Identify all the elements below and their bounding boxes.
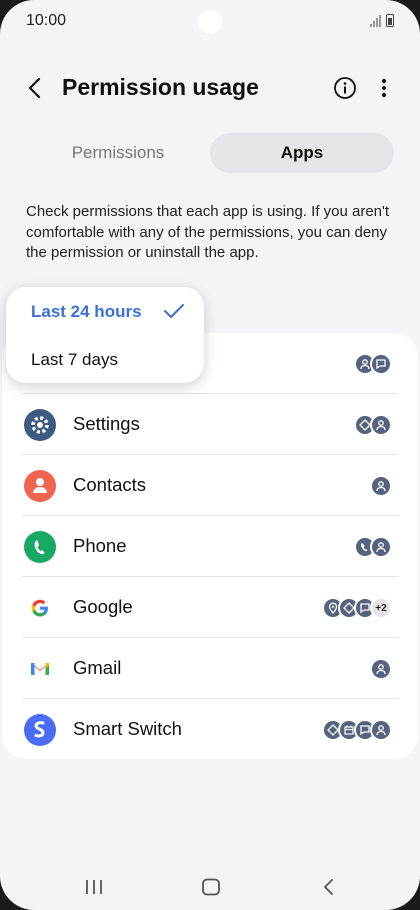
navigation-bar [0,862,420,910]
person-icon [370,414,392,436]
phone-icon [24,531,56,563]
option-last-24-hours[interactable]: Last 24 hours [31,302,142,322]
permission-badges [354,536,392,558]
list-item-phone[interactable]: Phone [2,516,418,577]
person-icon [370,658,392,680]
permission-badges: +2 [322,597,392,619]
permission-badges [322,719,392,741]
app-name: Google [73,596,133,617]
smart-switch-icon [24,714,56,746]
person-icon [370,475,392,497]
app-list: Settings Contacts Phone Google +2 Gmail … [2,333,418,759]
battery-icon [386,14,394,27]
contacts-icon [24,470,56,502]
person-icon [370,536,392,558]
tab-apps[interactable]: Apps [210,133,394,173]
status-bar: 10:00 [0,0,420,44]
back-nav-icon[interactable] [321,878,337,896]
list-item-smart-switch[interactable]: Smart Switch [2,699,418,760]
time-filter-dropdown: Last 24 hours Last 7 days [6,287,204,383]
page-title: Permission usage [62,74,259,100]
app-name: Settings [73,413,140,434]
app-bar: Permission usage [0,62,420,114]
checkmark-icon [164,304,184,318]
more-count-badge: +2 [370,597,392,619]
settings-gear-icon [24,409,56,441]
back-arrow-icon[interactable] [22,74,50,102]
permission-badges [354,414,392,436]
option-last-7-days[interactable]: Last 7 days [31,350,118,370]
home-icon[interactable] [201,878,221,896]
front-camera [198,10,222,34]
chat-icon [370,353,392,375]
gmail-icon [24,653,56,685]
more-options-icon[interactable] [373,76,395,100]
app-name: Contacts [73,474,147,495]
app-name: Smart Switch [73,718,182,739]
list-item-settings[interactable]: Settings [2,394,418,455]
info-icon[interactable] [333,76,357,100]
description-text: Check permissions that each app is using… [26,203,390,261]
list-item-google[interactable]: Google +2 [2,577,418,638]
app-name: Gmail [73,657,122,678]
list-item-gmail[interactable]: Gmail [2,638,418,699]
permission-badges [354,353,392,375]
tab-permissions[interactable]: Permissions [26,133,210,173]
status-time: 10:00 [26,12,67,29]
phone-screen: 10:00 Permission usage Permissions Apps … [0,0,420,910]
signal-icon [370,15,382,27]
recent-apps-icon[interactable] [84,878,104,896]
app-name: Phone [73,535,127,556]
google-icon [24,592,56,624]
person-icon [370,719,392,741]
list-item-contacts[interactable]: Contacts [2,455,418,516]
permission-badges [370,475,392,497]
tab-bar: Permissions Apps [26,133,394,173]
system-icons [370,14,394,27]
permission-badges [370,658,392,680]
